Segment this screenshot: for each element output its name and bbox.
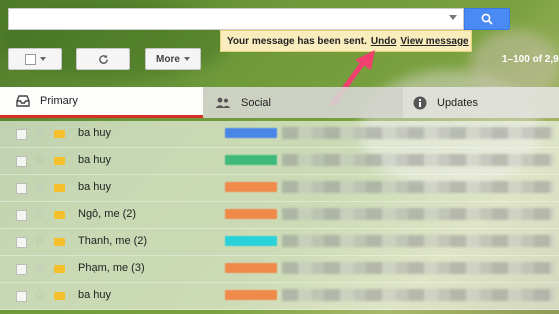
search-button[interactable] (464, 8, 510, 30)
info-icon (413, 96, 427, 109)
important-marker-icon[interactable] (54, 184, 65, 192)
email-sender: Phạm, me (3) (78, 262, 145, 274)
email-label-chip (225, 290, 277, 300)
important-marker-icon[interactable] (54, 211, 65, 219)
star-icon[interactable]: ☆ (34, 233, 46, 249)
email-subject-blurred (282, 181, 554, 193)
email-sender: Thanh, me (2) (78, 235, 148, 247)
notification-message: Your message has been sent. (227, 35, 367, 47)
email-sender: ba huy (78, 181, 112, 193)
email-subject-blurred (282, 289, 554, 301)
email-sender: ba huy (78, 127, 112, 139)
email-label-chip (225, 263, 277, 273)
important-marker-icon[interactable] (54, 265, 65, 273)
row-checkbox[interactable] (16, 156, 27, 167)
row-checkbox[interactable] (16, 264, 27, 275)
row-checkbox[interactable] (16, 183, 27, 194)
search-options-chevron-icon[interactable] (449, 15, 457, 20)
email-sender: ba huy (78, 289, 112, 301)
category-tabs: Primary Social Updates (0, 87, 559, 118)
email-subject-blurred (282, 235, 554, 247)
pagination-range: 1–100 of 2,98 (502, 54, 559, 65)
row-checkbox[interactable] (16, 210, 27, 221)
important-marker-icon[interactable] (54, 157, 65, 165)
email-subject-blurred (282, 127, 554, 139)
view-message-link[interactable]: View message (400, 36, 468, 47)
email-row[interactable]: ☆ ba huy (0, 175, 559, 202)
tab-social[interactable]: Social (203, 87, 403, 118)
important-marker-icon[interactable] (54, 238, 65, 246)
tab-label: Updates (437, 96, 478, 109)
star-icon[interactable]: ☆ (34, 125, 46, 141)
email-row[interactable]: ☆ Ngô, me (2) (0, 202, 559, 229)
row-checkbox[interactable] (16, 237, 27, 248)
tab-label: Social (241, 96, 271, 109)
inbox-icon (16, 95, 30, 107)
email-row[interactable]: ☆ ba huy (0, 283, 559, 310)
important-marker-icon[interactable] (54, 292, 65, 300)
tab-updates[interactable]: Updates (403, 87, 559, 118)
email-label-chip (225, 182, 277, 192)
people-icon (215, 97, 231, 108)
refresh-button[interactable] (76, 48, 130, 70)
undo-link[interactable]: Undo (371, 36, 397, 47)
search-input[interactable] (9, 9, 449, 29)
email-row[interactable]: ☆ ba huy (0, 121, 559, 148)
email-subject-blurred (282, 154, 554, 166)
email-label-chip (225, 155, 277, 165)
select-all-button[interactable] (8, 48, 62, 70)
email-subject-blurred (282, 208, 554, 220)
email-label-chip (225, 128, 277, 138)
chevron-down-icon (183, 57, 190, 61)
search-bar (8, 8, 464, 30)
email-subject-blurred (282, 262, 554, 274)
star-icon[interactable]: ☆ (34, 152, 46, 168)
important-marker-icon[interactable] (54, 130, 65, 138)
row-checkbox[interactable] (16, 291, 27, 302)
email-sender: ba huy (78, 154, 112, 166)
search-icon (481, 13, 493, 25)
star-icon[interactable]: ☆ (34, 260, 46, 276)
email-row[interactable]: ☆ Thanh, me (2) (0, 229, 559, 256)
refresh-icon (98, 54, 108, 64)
more-label: More (156, 53, 180, 65)
chevron-down-icon (39, 57, 46, 61)
tab-primary[interactable]: Primary (0, 87, 203, 118)
star-icon[interactable]: ☆ (34, 179, 46, 195)
star-icon[interactable]: ☆ (34, 206, 46, 222)
more-button[interactable]: More (145, 48, 201, 70)
email-label-chip (225, 236, 277, 246)
email-row[interactable]: ☆ ba huy (0, 148, 559, 175)
email-sender: Ngô, me (2) (78, 208, 137, 220)
row-checkbox[interactable] (16, 129, 27, 140)
tab-label: Primary (40, 95, 78, 107)
email-row[interactable]: ☆ Phạm, me (3) (0, 256, 559, 283)
email-list: ☆ ba huy ☆ ba huy ☆ ba huy ☆ Ngô, me (2)… (0, 121, 559, 310)
email-label-chip (225, 209, 277, 219)
star-icon[interactable]: ☆ (34, 287, 46, 303)
select-checkbox[interactable] (24, 53, 36, 65)
